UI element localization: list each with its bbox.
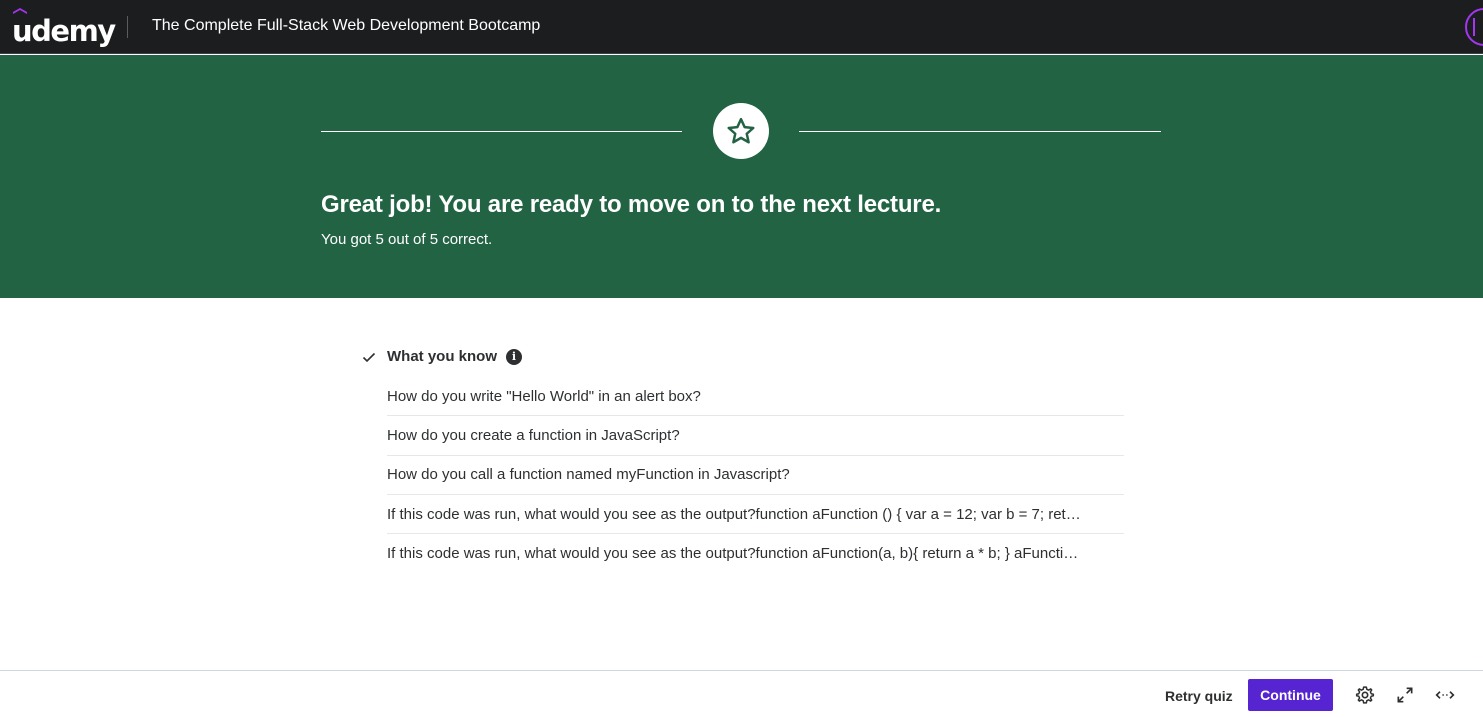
question-text: How do you create a function in JavaScri… [387, 426, 680, 444]
udemy-logo[interactable]: udemy [12, 6, 116, 48]
quiz-result-banner: Great job! You are ready to move on to t… [0, 55, 1483, 298]
progress-avatar-button[interactable] [1465, 8, 1483, 46]
question-item: If this code was run, what would you see… [387, 495, 1124, 535]
section-title: What you know [387, 348, 497, 365]
question-text: How do you write "Hello World" in an ale… [387, 387, 701, 405]
progress-ring-icon [1473, 18, 1483, 36]
top-navigation-bar: udemy The Complete Full-Stack Web Develo… [0, 0, 1483, 54]
star-icon [727, 117, 755, 144]
question-text: If this code was run, what would you see… [387, 505, 1081, 523]
course-title-link[interactable]: The Complete Full-Stack Web Development … [152, 17, 540, 35]
question-item: How do you create a function in JavaScri… [387, 416, 1124, 456]
question-text: If this code was run, what would you see… [387, 545, 1079, 563]
question-text: How do you call a function named myFunct… [387, 466, 790, 484]
question-item: How do you call a function named myFunct… [387, 456, 1124, 495]
banner-divider-left [321, 131, 682, 132]
score-text: You got 5 out of 5 correct. [321, 231, 493, 248]
logo-hat-icon [13, 8, 27, 14]
star-badge [713, 103, 769, 159]
question-list: How do you write "Hello World" in an ale… [387, 377, 1124, 573]
check-icon [362, 352, 376, 362]
what-you-know-header: What you know i [362, 348, 522, 365]
logo-text: udemy [12, 14, 116, 48]
wide-mode-icon[interactable] [1434, 684, 1456, 706]
banner-divider-right [799, 131, 1161, 132]
continue-button[interactable]: Continue [1248, 679, 1333, 711]
retry-quiz-button[interactable]: Retry quiz [1158, 681, 1240, 711]
quiz-footer-bar: Retry quiz Continue [0, 670, 1483, 717]
info-icon[interactable]: i [506, 348, 522, 365]
question-item: If this code was run, what would you see… [387, 534, 1124, 573]
header-divider [127, 16, 128, 38]
result-heading: Great job! You are ready to move on to t… [321, 191, 942, 218]
expand-icon[interactable] [1394, 684, 1416, 706]
question-item: How do you write "Hello World" in an ale… [387, 377, 1124, 417]
gear-icon[interactable] [1354, 684, 1376, 706]
